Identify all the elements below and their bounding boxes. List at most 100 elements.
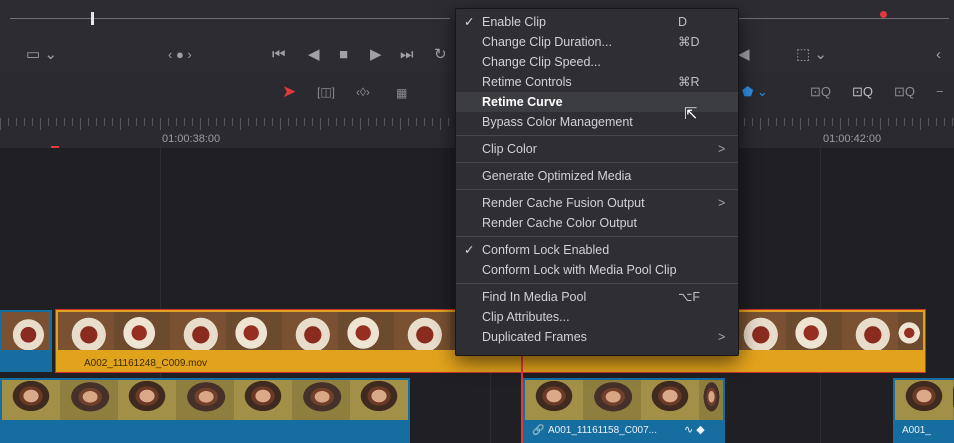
menu-item-clip-attributes[interactable]: Clip Attributes... xyxy=(456,307,738,327)
ruler-tick xyxy=(432,118,433,126)
menu-item-label: Retime Curve xyxy=(482,95,563,109)
ruler-tick xyxy=(8,118,9,126)
clip-thumbnail xyxy=(114,312,170,350)
ruler-tick xyxy=(768,118,769,126)
go-to-start-icon[interactable]: ⏮ xyxy=(272,38,286,72)
ruler-tick xyxy=(760,118,761,130)
ruler-tick xyxy=(920,118,921,130)
ruler-tick xyxy=(880,118,881,130)
timeline-view-icon[interactable]: ⬚ ⌄ xyxy=(796,38,827,72)
ruler-tick xyxy=(40,118,41,130)
ruler-tick xyxy=(816,118,817,126)
menu-item-change-clip-duration[interactable]: Change Clip Duration... ⌘D xyxy=(456,32,738,52)
menu-item-duplicated-frames[interactable]: Duplicated Frames > xyxy=(456,327,738,347)
scrubber-track-right xyxy=(737,18,949,19)
clip-thumbnail xyxy=(2,312,50,350)
ruler-tick xyxy=(896,118,897,126)
dynamic-trim-icon[interactable]: ‹◊› xyxy=(356,85,370,99)
trim-tool-icon[interactable]: [◫] xyxy=(317,85,335,99)
menu-item-retime-controls[interactable]: Retime Controls ⌘R xyxy=(456,72,738,92)
menu-item-label: Conform Lock with Media Pool Clip xyxy=(482,263,677,277)
ruler-tick xyxy=(24,118,25,126)
ruler-tick xyxy=(872,118,873,126)
ruler-tick xyxy=(248,118,249,126)
zoom-out-icon[interactable]: − xyxy=(936,84,944,99)
clip-thumbnail xyxy=(176,380,234,420)
ruler-tick xyxy=(160,118,161,130)
menu-separator xyxy=(456,162,738,163)
lower-clip-right-name: A001_ xyxy=(902,425,931,436)
menu-item-generate-optimized-media[interactable]: Generate Optimized Media xyxy=(456,166,738,186)
ruler-tick xyxy=(368,118,369,126)
ruler-tick xyxy=(128,118,129,126)
ruler-tick xyxy=(320,118,321,130)
menu-item-change-clip-speed[interactable]: Change Clip Speed... xyxy=(456,52,738,72)
clip-thumbnail xyxy=(394,312,450,350)
check-icon: ✓ xyxy=(464,15,475,29)
go-to-end-icon[interactable]: ⏭ xyxy=(400,38,414,72)
clip-thumbnail xyxy=(60,380,118,420)
menu-item-enable-clip[interactable]: ✓ Enable Clip D xyxy=(456,12,738,32)
ruler-tick xyxy=(136,118,137,126)
jog-control-icon[interactable]: ‹ ● › xyxy=(168,38,192,72)
lower-clip-middle-name: A001_11161158_C007... xyxy=(548,425,657,436)
ruler-tick xyxy=(256,118,257,126)
ruler-tick xyxy=(744,118,745,126)
menu-item-find-in-media-pool[interactable]: Find In Media Pool ⌥F xyxy=(456,287,738,307)
menu-item-conform-lock-with-media-pool-clip[interactable]: Conform Lock with Media Pool Clip xyxy=(456,260,738,280)
stop-icon[interactable]: ■ xyxy=(339,38,348,72)
ruler-tick xyxy=(296,118,297,126)
submenu-arrow-icon: > xyxy=(718,330,726,344)
clip-thumbnail xyxy=(58,312,114,350)
clip-thumbnail xyxy=(226,312,282,350)
zoom-full-icon[interactable]: ⊡Q xyxy=(810,84,831,100)
selection-tool-icon[interactable]: ➤ xyxy=(282,82,296,102)
menu-item-conform-lock-enabled[interactable]: ✓ Conform Lock Enabled xyxy=(456,240,738,260)
ruler-tick xyxy=(56,118,57,126)
ruler-tick xyxy=(0,118,1,130)
menu-item-render-cache-color-output[interactable]: Render Cache Color Output xyxy=(456,213,738,233)
check-icon: ✓ xyxy=(464,243,475,257)
zoom-custom-icon[interactable]: ⊡Q xyxy=(894,84,915,100)
clip-thumbnail xyxy=(898,312,923,350)
ruler-tick xyxy=(928,118,929,126)
menu-item-label: Render Cache Color Output xyxy=(482,216,637,230)
scrubber-marker xyxy=(880,11,887,18)
ruler-tick xyxy=(392,118,393,126)
clip-thumbnail xyxy=(895,380,953,420)
zoom-detail-icon[interactable]: ⊡Q xyxy=(852,84,873,100)
clip-thumbnail xyxy=(583,380,641,420)
flag-icon[interactable]: ⬟ ⌄ xyxy=(742,84,768,100)
viewer-mode-icon[interactable]: ▭ ⌄ xyxy=(26,38,57,72)
ruler-tick xyxy=(824,118,825,126)
menu-item-clip-color[interactable]: Clip Color > xyxy=(456,139,738,159)
clip-thumbnail xyxy=(2,380,60,420)
ruler-tick xyxy=(152,118,153,126)
menu-item-label: Render Cache Fusion Output xyxy=(482,196,645,210)
ruler-tick xyxy=(344,118,345,126)
ruler-tick xyxy=(272,118,273,126)
ruler-tick xyxy=(232,118,233,126)
clip-thumbnail xyxy=(842,312,898,350)
play-reverse-icon[interactable]: ◀ xyxy=(308,38,320,72)
blade-tool-icon[interactable]: ▦ xyxy=(396,86,407,100)
ruler-tick xyxy=(832,118,833,126)
ruler-tick xyxy=(904,118,905,126)
menu-item-label: Conform Lock Enabled xyxy=(482,243,610,257)
loop-icon[interactable]: ↻ xyxy=(434,38,447,72)
play-icon[interactable]: ▶ xyxy=(370,38,382,72)
play-reverse-right-icon[interactable]: ◀ xyxy=(738,38,750,72)
submenu-arrow-icon: > xyxy=(718,196,726,210)
mouse-cursor-icon: ⇱ xyxy=(684,106,698,123)
clip-thumbnail xyxy=(350,380,408,420)
menu-item-render-cache-fusion-output[interactable]: Render Cache Fusion Output > xyxy=(456,193,738,213)
ruler-tick xyxy=(776,118,777,126)
menu-item-label: Duplicated Frames xyxy=(482,330,587,344)
ruler-tick xyxy=(64,118,65,126)
menu-separator xyxy=(456,236,738,237)
menu-item-label: Generate Optimized Media xyxy=(482,169,632,183)
ruler-tick xyxy=(360,118,361,130)
jog-left-icon[interactable]: ‹ xyxy=(936,38,941,72)
ruler-tick xyxy=(176,118,177,126)
scrubber-handle-source[interactable] xyxy=(91,12,94,25)
